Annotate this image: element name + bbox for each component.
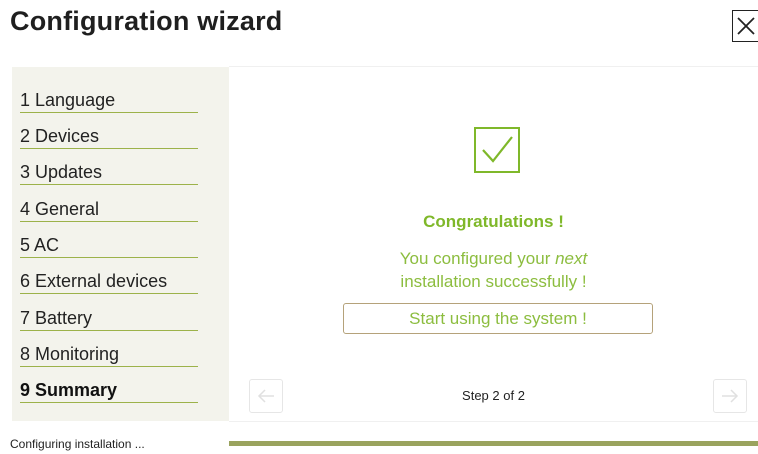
- progress-bar-fill: [229, 441, 758, 446]
- arrow-right-icon: [722, 389, 739, 403]
- success-message-start: You configured your: [399, 249, 556, 268]
- congrats-heading: Congratulations !: [423, 212, 564, 231]
- sidebar-step-language[interactable]: 1 Language: [20, 88, 198, 113]
- summary-panel: [229, 67, 758, 421]
- sidebar-step-devices[interactable]: 2 Devices: [20, 124, 198, 149]
- sidebar-step-general[interactable]: 4 General: [20, 197, 198, 222]
- next-button[interactable]: [713, 379, 747, 413]
- sidebar-step-summary[interactable]: 9 Summary: [20, 378, 198, 403]
- page-title: Configuration wizard: [10, 6, 283, 36]
- start-using-system-button[interactable]: Start using the system !: [343, 303, 653, 334]
- close-icon: [736, 17, 755, 35]
- footer-divider: [229, 421, 758, 422]
- success-message-emphasis: next: [555, 249, 588, 268]
- sidebar-step-monitoring[interactable]: 8 Monitoring: [20, 342, 198, 367]
- status-text: Configuring installation ...: [10, 437, 145, 451]
- progress-bar: [229, 441, 758, 446]
- success-message: You configured your next installation su…: [229, 247, 758, 293]
- sidebar-step-updates[interactable]: 3 Updates: [20, 160, 198, 185]
- success-message-end: installation successfully !: [400, 272, 587, 291]
- sidebar-step-battery[interactable]: 7 Battery: [20, 306, 198, 331]
- step-counter: Step 2 of 2: [462, 388, 525, 403]
- checkbox-check-icon: [474, 127, 520, 173]
- sidebar-step-ac[interactable]: 5 AC: [20, 233, 198, 258]
- close-button[interactable]: [732, 10, 758, 42]
- sidebar-step-external-devices[interactable]: 6 External devices: [20, 269, 198, 294]
